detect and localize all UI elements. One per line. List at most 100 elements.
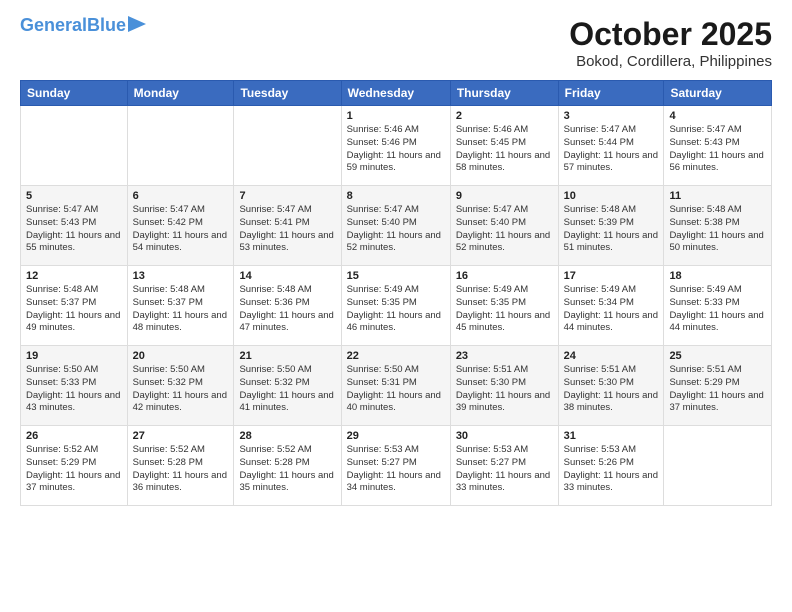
header-friday: Friday <box>558 81 664 106</box>
table-row: 24Sunrise: 5:51 AM Sunset: 5:30 PM Dayli… <box>558 346 664 426</box>
day-info: Sunrise: 5:53 AM Sunset: 5:27 PM Dayligh… <box>456 444 553 495</box>
table-row: 4 Sunrise: 5:47 AM Sunset: 5:43 PM Daylig… <box>664 106 772 186</box>
day-number: 10 <box>564 190 659 202</box>
table-row: 25 Sunrise: 5:51 AM Sunset: 5:29 PM Dayli… <box>664 346 772 426</box>
day-number: 4 <box>669 110 766 122</box>
day-number: 28 <box>239 430 335 442</box>
header-monday: Monday <box>127 81 234 106</box>
logo-blue: Blue <box>87 15 126 35</box>
day-number: 3 <box>564 110 659 122</box>
day-number: 5 <box>26 190 122 202</box>
day-number: 12 <box>26 270 122 282</box>
location: Bokod, Cordillera, Philippines <box>569 53 772 70</box>
table-row: 9 Sunrise: 5:47 AM Sunset: 5:40 PM Daylig… <box>450 186 558 266</box>
day-info: Sunrise: 5:48 AM Sunset: 5:39 PM Dayligh… <box>564 204 659 255</box>
day-info: Sunrise: 5:47 AM Sunset: 5:41 PM Dayligh… <box>239 204 335 255</box>
day-info: Sunrise: 5:53 AM Sunset: 5:26 PM Dayligh… <box>564 444 659 495</box>
logo-general: General <box>20 15 87 35</box>
table-row: 13 Sunrise: 5:48 AM Sunset: 5:37 PM Dayli… <box>127 266 234 346</box>
header-saturday: Saturday <box>664 81 772 106</box>
table-row: 28 Sunrise: 5:52 AM Sunset: 5:28 PM Dayli… <box>234 426 341 506</box>
day-info: Sunrise: 5:52 AM Sunset: 5:28 PM Dayligh… <box>133 444 229 495</box>
day-number: 6 <box>133 190 229 202</box>
day-number: 16 <box>456 270 553 282</box>
calendar-week-row: 26 Sunrise: 5:52 AM Sunset: 5:29 PM Dayli… <box>21 426 772 506</box>
day-number: 17 <box>564 270 659 282</box>
day-info: Sunrise: 5:48 AM Sunset: 5:37 PM Dayligh… <box>133 284 229 335</box>
title-block: October 2025 Bokod, Cordillera, Philippi… <box>569 16 772 70</box>
day-number: 25 <box>669 350 766 362</box>
day-info: Sunrise: 5:49 AM Sunset: 5:34 PM Dayligh… <box>564 284 659 335</box>
day-number: 20 <box>133 350 229 362</box>
day-info: Sunrise: 5:51 AM Sunset: 5:29 PM Dayligh… <box>669 364 766 415</box>
day-info: Sunrise: 5:48 AM Sunset: 5:36 PM Dayligh… <box>239 284 335 335</box>
day-info: Sunrise: 5:49 AM Sunset: 5:35 PM Dayligh… <box>456 284 553 335</box>
day-info: Sunrise: 5:48 AM Sunset: 5:38 PM Dayligh… <box>669 204 766 255</box>
table-row: 14 Sunrise: 5:48 AM Sunset: 5:36 PM Dayli… <box>234 266 341 346</box>
table-row: 15 Sunrise: 5:49 AM Sunset: 5:35 PM Dayli… <box>341 266 450 346</box>
logo: GeneralBlue <box>20 16 146 36</box>
day-info: Sunrise: 5:47 AM Sunset: 5:42 PM Dayligh… <box>133 204 229 255</box>
day-number: 24 <box>564 350 659 362</box>
table-row: 20 Sunrise: 5:50 AM Sunset: 5:32 PM Dayli… <box>127 346 234 426</box>
logo-arrow-icon <box>128 16 146 32</box>
table-row: 22Sunrise: 5:50 AM Sunset: 5:31 PM Dayli… <box>341 346 450 426</box>
day-number: 26 <box>26 430 122 442</box>
day-info: Sunrise: 5:46 AM Sunset: 5:45 PM Dayligh… <box>456 124 553 175</box>
table-row: 5Sunrise: 5:47 AM Sunset: 5:43 PM Daylig… <box>21 186 128 266</box>
day-info: Sunrise: 5:52 AM Sunset: 5:29 PM Dayligh… <box>26 444 122 495</box>
table-row <box>234 106 341 186</box>
table-row: 2 Sunrise: 5:46 AM Sunset: 5:45 PM Daylig… <box>450 106 558 186</box>
day-info: Sunrise: 5:47 AM Sunset: 5:40 PM Dayligh… <box>347 204 445 255</box>
table-row: 18Sunrise: 5:49 AM Sunset: 5:33 PM Dayli… <box>664 266 772 346</box>
table-row: 17 Sunrise: 5:49 AM Sunset: 5:34 PM Dayli… <box>558 266 664 346</box>
day-info: Sunrise: 5:47 AM Sunset: 5:40 PM Dayligh… <box>456 204 553 255</box>
day-number: 18 <box>669 270 766 282</box>
day-number: 14 <box>239 270 335 282</box>
day-number: 8 <box>347 190 445 202</box>
day-number: 1 <box>347 110 445 122</box>
table-row: 3 Sunrise: 5:47 AM Sunset: 5:44 PM Daylig… <box>558 106 664 186</box>
table-row: 19 Sunrise: 5:50 AM Sunset: 5:33 PM Dayli… <box>21 346 128 426</box>
day-number: 13 <box>133 270 229 282</box>
table-row: 8 Sunrise: 5:47 AM Sunset: 5:40 PM Daylig… <box>341 186 450 266</box>
day-number: 11 <box>669 190 766 202</box>
day-number: 2 <box>456 110 553 122</box>
day-info: Sunrise: 5:52 AM Sunset: 5:28 PM Dayligh… <box>239 444 335 495</box>
day-info: Sunrise: 5:50 AM Sunset: 5:33 PM Dayligh… <box>26 364 122 415</box>
table-row: 21Sunrise: 5:50 AM Sunset: 5:32 PM Dayli… <box>234 346 341 426</box>
calendar-week-row: 12 Sunrise: 5:48 AM Sunset: 5:37 PM Dayli… <box>21 266 772 346</box>
day-number: 22 <box>347 350 445 362</box>
table-row <box>127 106 234 186</box>
day-number: 23 <box>456 350 553 362</box>
header-tuesday: Tuesday <box>234 81 341 106</box>
day-number: 9 <box>456 190 553 202</box>
table-row: 29Sunrise: 5:53 AM Sunset: 5:27 PM Dayli… <box>341 426 450 506</box>
table-row <box>664 426 772 506</box>
calendar-header-row: Sunday Monday Tuesday Wednesday Thursday… <box>21 81 772 106</box>
calendar-week-row: 5Sunrise: 5:47 AM Sunset: 5:43 PM Daylig… <box>21 186 772 266</box>
table-row: 12 Sunrise: 5:48 AM Sunset: 5:37 PM Dayli… <box>21 266 128 346</box>
table-row: 6 Sunrise: 5:47 AM Sunset: 5:42 PM Daylig… <box>127 186 234 266</box>
day-info: Sunrise: 5:47 AM Sunset: 5:44 PM Dayligh… <box>564 124 659 175</box>
day-info: Sunrise: 5:47 AM Sunset: 5:43 PM Dayligh… <box>669 124 766 175</box>
day-number: 29 <box>347 430 445 442</box>
table-row: 11 Sunrise: 5:48 AM Sunset: 5:38 PM Dayli… <box>664 186 772 266</box>
header-wednesday: Wednesday <box>341 81 450 106</box>
day-number: 27 <box>133 430 229 442</box>
day-number: 15 <box>347 270 445 282</box>
calendar-week-row: 19 Sunrise: 5:50 AM Sunset: 5:33 PM Dayli… <box>21 346 772 426</box>
day-info: Sunrise: 5:49 AM Sunset: 5:35 PM Dayligh… <box>347 284 445 335</box>
table-row: 27 Sunrise: 5:52 AM Sunset: 5:28 PM Dayli… <box>127 426 234 506</box>
day-number: 19 <box>26 350 122 362</box>
calendar-table: Sunday Monday Tuesday Wednesday Thursday… <box>20 80 772 506</box>
table-row: 1Sunrise: 5:46 AM Sunset: 5:46 PM Daylig… <box>341 106 450 186</box>
day-info: Sunrise: 5:50 AM Sunset: 5:32 PM Dayligh… <box>133 364 229 415</box>
day-info: Sunrise: 5:51 AM Sunset: 5:30 PM Dayligh… <box>456 364 553 415</box>
table-row <box>21 106 128 186</box>
day-info: Sunrise: 5:50 AM Sunset: 5:32 PM Dayligh… <box>239 364 335 415</box>
day-info: Sunrise: 5:48 AM Sunset: 5:37 PM Dayligh… <box>26 284 122 335</box>
table-row: 31Sunrise: 5:53 AM Sunset: 5:26 PM Dayli… <box>558 426 664 506</box>
table-row: 23 Sunrise: 5:51 AM Sunset: 5:30 PM Dayli… <box>450 346 558 426</box>
page-container: GeneralBlue October 2025 Bokod, Cordille… <box>0 0 792 516</box>
